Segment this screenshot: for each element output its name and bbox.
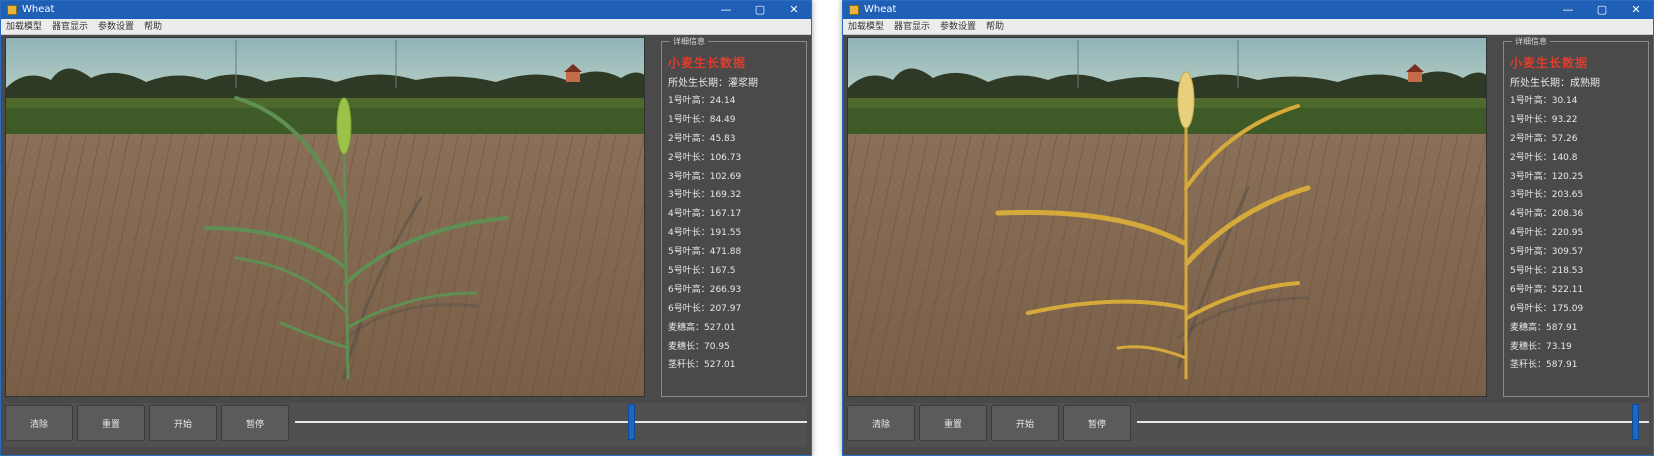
detail-info-panel: 详细信息 小麦生长数据 所处生长期：成熟期 1号叶高：30.14 1号叶长：93…: [1503, 36, 1649, 397]
data-row: 3号叶高：120.25: [1510, 171, 1584, 182]
3d-viewport[interactable]: [847, 37, 1487, 397]
wheat-scene: [6, 38, 644, 396]
data-row: 麦穗长：73.19: [1510, 341, 1572, 352]
menu-parameter-settings[interactable]: 参数设置: [93, 19, 139, 35]
data-row: 2号叶长：106.73: [668, 152, 742, 163]
clear-button[interactable]: 清除: [847, 405, 915, 441]
wheat-scene: [848, 38, 1486, 396]
data-row: 2号叶高：45.83: [668, 133, 736, 144]
data-row: 3号叶高：102.69: [668, 171, 742, 182]
maximize-button[interactable]: ▢: [743, 1, 777, 19]
detail-info-panel: 详细信息 小麦生长数据 所处生长期：灌浆期 1号叶高：24.14 1号叶长：84…: [661, 36, 807, 397]
clear-button[interactable]: 清除: [5, 405, 73, 441]
menu-help[interactable]: 帮助: [981, 19, 1009, 35]
control-bar: 清除 重置 开始 暂停: [5, 403, 807, 447]
data-row: 1号叶高：24.14: [668, 96, 736, 106]
data-row: 1号叶高：30.14: [1510, 96, 1578, 106]
start-button[interactable]: 开始: [149, 405, 217, 441]
maximize-button[interactable]: ▢: [1585, 1, 1619, 19]
data-row: 4号叶长：220.95: [1510, 228, 1584, 239]
growth-slider-handle[interactable]: [1631, 404, 1639, 440]
menu-load-model[interactable]: 加载模型: [1, 19, 47, 35]
control-bar: 清除 重置 开始 暂停: [847, 403, 1649, 447]
app-icon: [7, 5, 17, 15]
info-panel-legend: 详细信息: [670, 36, 708, 47]
window-title: Wheat: [864, 4, 897, 15]
minimize-button[interactable]: —: [1551, 1, 1585, 19]
menu-parameter-settings[interactable]: 参数设置: [935, 19, 981, 35]
growth-data-heading: 小麦生长数据: [668, 56, 747, 70]
data-row: 5号叶高：309.57: [1510, 247, 1584, 258]
growth-slider-handle[interactable]: [628, 404, 636, 440]
pause-button[interactable]: 暂停: [1063, 405, 1131, 441]
growth-slider-track[interactable]: [295, 404, 807, 440]
growth-slider-track[interactable]: [1137, 404, 1649, 440]
app-icon: [849, 5, 859, 15]
menu-help[interactable]: 帮助: [139, 19, 167, 35]
reset-button[interactable]: 重置: [919, 405, 987, 441]
pause-button[interactable]: 暂停: [221, 405, 289, 441]
growth-data-heading: 小麦生长数据: [1510, 56, 1589, 70]
data-row: 6号叶长：175.09: [1510, 303, 1584, 314]
minimize-button[interactable]: —: [709, 1, 743, 19]
menu-bar: 加载模型 器官显示 参数设置 帮助: [1, 19, 811, 35]
data-row: 麦穗高：587.91: [1510, 322, 1578, 333]
growth-stage-text: 所处生长期：灌浆期: [668, 78, 758, 89]
menu-load-model[interactable]: 加载模型: [843, 19, 889, 35]
data-row: 5号叶长：218.53: [1510, 266, 1584, 277]
close-button[interactable]: ✕: [777, 1, 811, 19]
3d-viewport[interactable]: [5, 37, 645, 397]
growth-stage-text: 所处生长期：成熟期: [1510, 78, 1600, 89]
data-row: 麦穗高：527.01: [668, 322, 736, 333]
data-row: 5号叶长：167.5: [668, 266, 736, 277]
title-bar[interactable]: Wheat — ▢ ✕: [1, 1, 811, 19]
data-row: 2号叶高：57.26: [1510, 133, 1578, 144]
window-title: Wheat: [22, 4, 55, 15]
start-button[interactable]: 开始: [991, 405, 1059, 441]
data-row: 5号叶高：471.88: [668, 247, 742, 258]
close-button[interactable]: ✕: [1619, 1, 1653, 19]
menu-organ-display[interactable]: 器官显示: [889, 19, 935, 35]
info-panel-legend: 详细信息: [1512, 36, 1550, 47]
title-bar[interactable]: Wheat — ▢ ✕: [843, 1, 1653, 19]
data-row: 4号叶高：167.17: [668, 209, 742, 220]
data-row: 茎秆长：527.01: [668, 360, 736, 371]
reset-button[interactable]: 重置: [77, 405, 145, 441]
menu-organ-display[interactable]: 器官显示: [47, 19, 93, 35]
data-row: 3号叶长：203.65: [1510, 190, 1584, 201]
data-row: 6号叶高：522.11: [1510, 284, 1584, 295]
menu-bar: 加载模型 器官显示 参数设置 帮助: [843, 19, 1653, 35]
data-row: 麦穗长：70.95: [668, 341, 730, 352]
data-row: 4号叶长：191.55: [668, 228, 742, 239]
data-row: 茎秆长：587.91: [1510, 360, 1578, 371]
growth-data-list: 1号叶高：30.14 1号叶长：93.22 2号叶高：57.26 2号叶长：14…: [1510, 92, 1583, 375]
app-window-right: Wheat — ▢ ✕ 加载模型 器官显示 参数设置 帮助 详细信息 小麦生长数…: [842, 0, 1654, 456]
data-row: 6号叶高：266.93: [668, 284, 742, 295]
data-row: 6号叶长：207.97: [668, 303, 742, 314]
data-row: 3号叶长：169.32: [668, 190, 742, 201]
data-row: 1号叶长：84.49: [668, 114, 736, 125]
growth-data-list: 1号叶高：24.14 1号叶长：84.49 2号叶高：45.83 2号叶长：10…: [668, 92, 741, 375]
data-row: 1号叶长：93.22: [1510, 114, 1578, 125]
app-window-left: Wheat — ▢ ✕ 加载模型 器官显示 参数设置 帮助 详细信息 小麦生长数…: [0, 0, 812, 456]
data-row: 4号叶高：208.36: [1510, 209, 1584, 220]
data-row: 2号叶长：140.8: [1510, 152, 1578, 163]
